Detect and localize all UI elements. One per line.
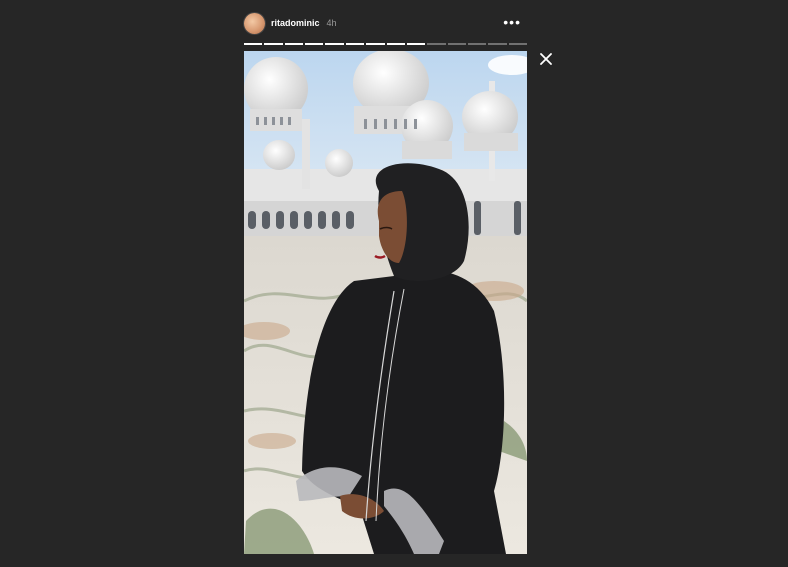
timestamp: 4h [326,18,337,28]
progress-segment [264,43,283,45]
progress-segment [305,43,324,45]
story-header: ritadominic 4h ••• [244,12,527,34]
story-image[interactable] [244,51,527,554]
progress-segment [406,43,426,45]
avatar[interactable] [244,12,265,34]
progress-segment [508,43,528,45]
progress-segment [467,43,487,45]
story-viewer: ritadominic 4h ••• [244,0,528,567]
close-icon[interactable] [540,53,552,65]
progress-segment [244,43,263,45]
progress-segment [447,43,466,45]
progress-segment [488,43,507,45]
progress-segment [366,43,385,45]
progress-segment [427,43,446,45]
story-photo [244,51,527,554]
more-horizontal-icon[interactable]: ••• [503,15,521,29]
story-progress-bar [244,43,528,45]
progress-segment [345,43,365,45]
progress-segment [386,43,405,45]
progress-segment [325,43,344,45]
progress-segment [284,43,304,45]
username[interactable]: ritadominic [271,18,320,28]
